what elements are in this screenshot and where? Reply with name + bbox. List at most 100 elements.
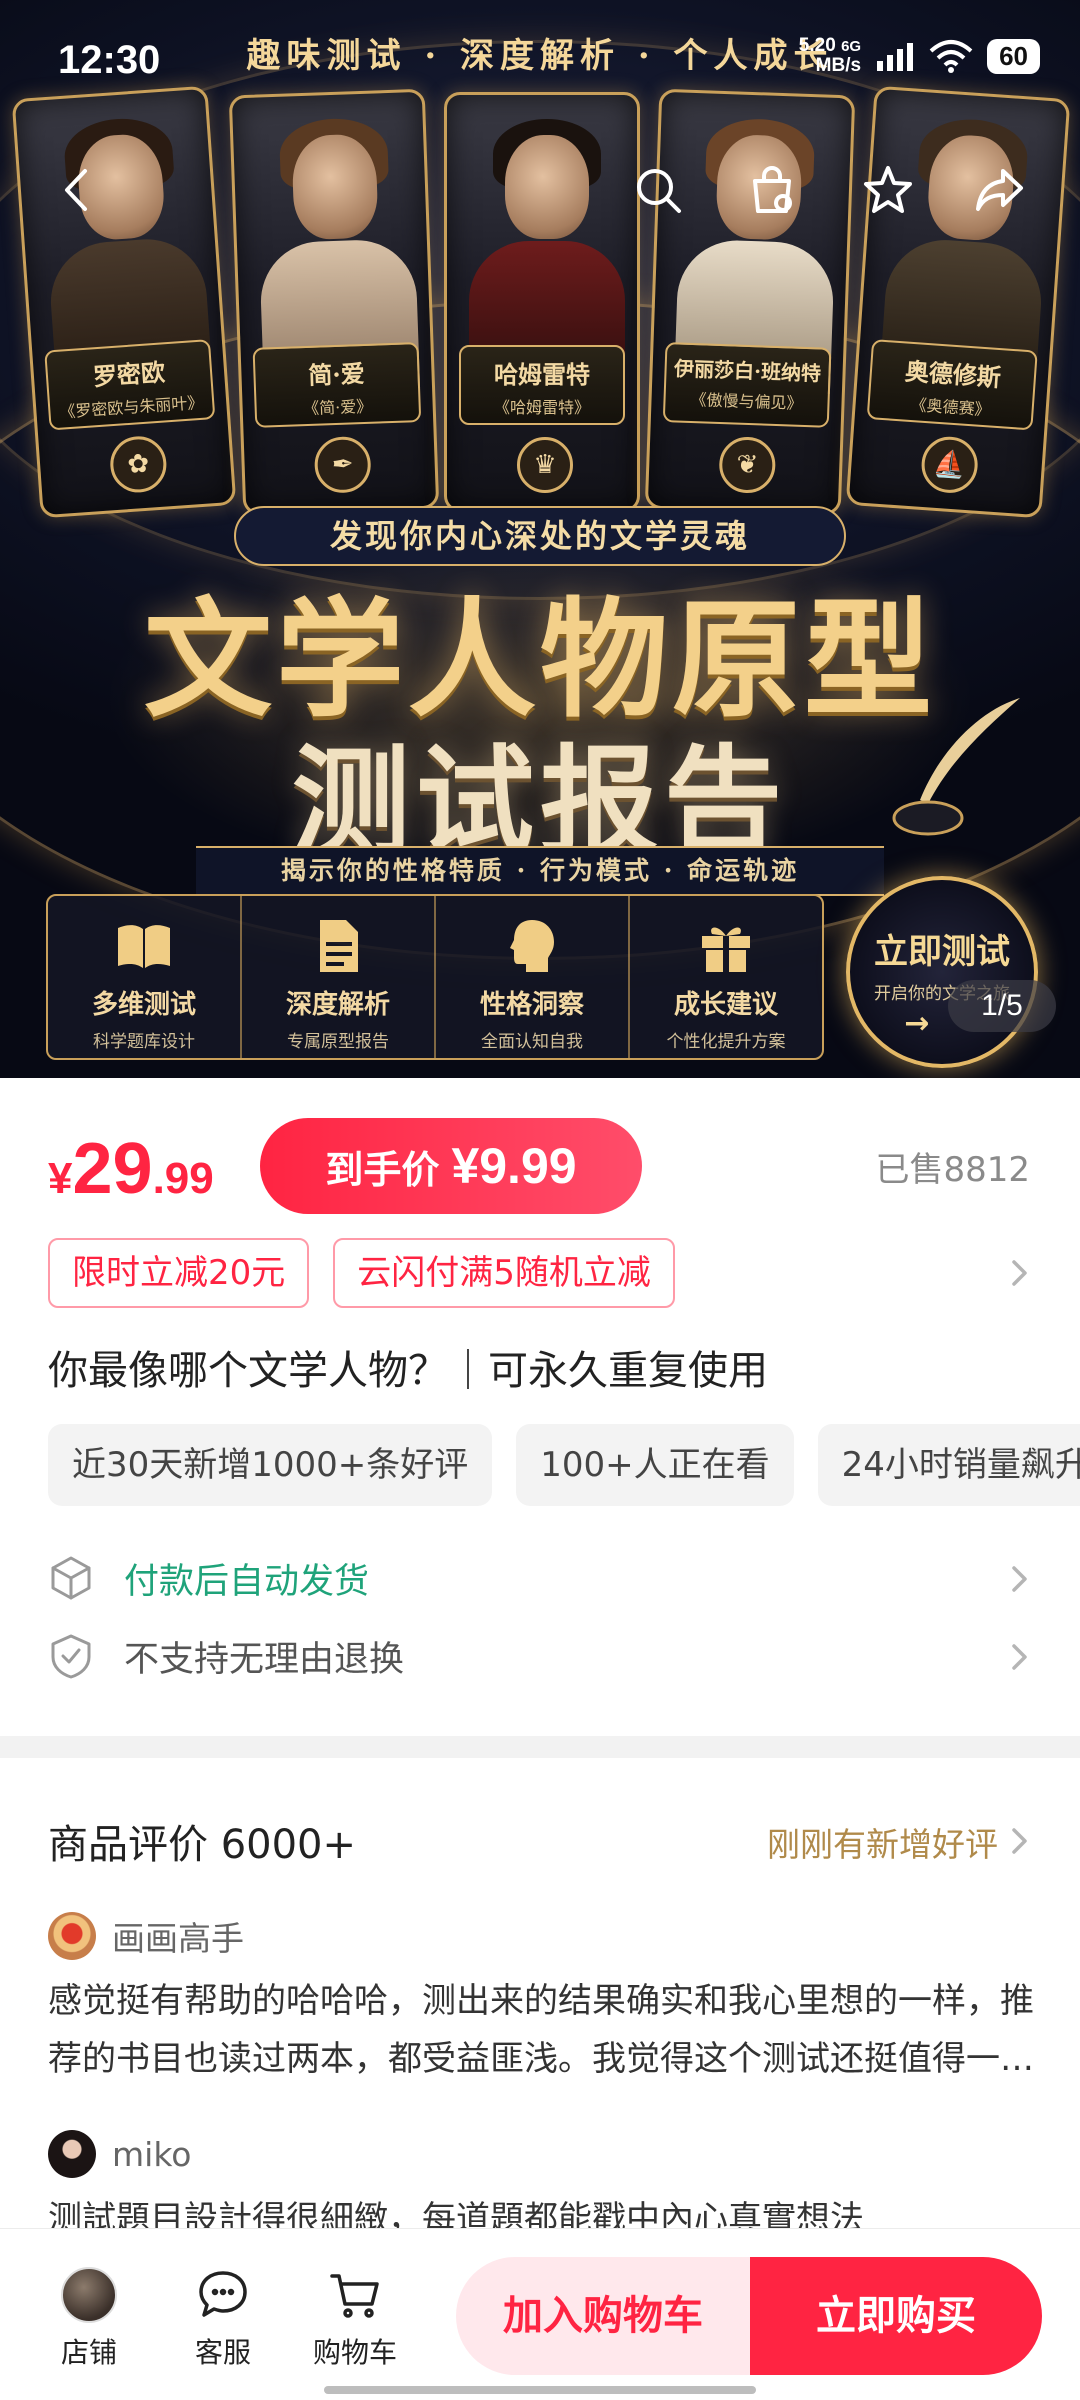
- buy-now-button[interactable]: 立即购买: [750, 2257, 1042, 2375]
- highlight-chips: 近30天新增1000+条好评 100+人正在看 24小时销量飙升: [48, 1424, 1080, 1508]
- final-price-value: ¥9.99: [451, 1138, 577, 1194]
- character-book: 《简·爱》: [302, 396, 373, 419]
- back-button[interactable]: [48, 160, 108, 220]
- chevron-right-icon[interactable]: [1004, 1258, 1034, 1288]
- service-return-policy[interactable]: 不支持无理由退换: [48, 1626, 1038, 1686]
- reviews-header[interactable]: 商品评价 6000+ 刚刚有新增好评: [48, 1812, 1038, 1872]
- reviews-title: 商品评价 6000+: [48, 1822, 357, 1868]
- card-nameplate: 罗密欧 《罗密欧与朱丽叶》: [44, 339, 216, 431]
- character-book: 《哈姆雷特》: [493, 398, 590, 417]
- chat-icon: [193, 2265, 253, 2325]
- highlight-chip: 100+人正在看: [516, 1424, 794, 1506]
- feature-item: 性格洞察 全面认知自我: [436, 896, 630, 1058]
- feature-item: 深度解析 专属原型报告: [242, 896, 436, 1058]
- original-price: ¥29.99: [48, 1128, 214, 1210]
- crown-icon: ♛: [517, 437, 573, 493]
- cart-label: 购物车: [312, 2336, 397, 2369]
- card-nameplate: 伊丽莎白·班纳特 《傲慢与偏见》: [662, 342, 832, 428]
- feature-subtitle: 个性化提升方案: [666, 1032, 786, 1052]
- status-time: 12:30: [58, 38, 161, 82]
- final-price-label: 到手价: [325, 1147, 440, 1192]
- document-icon: [242, 914, 434, 978]
- customer-service-button[interactable]: 客服: [168, 2265, 278, 2371]
- rose-icon: ✿: [108, 434, 169, 495]
- product-title: 你最像哪个文学人物？｜可永久重复使用: [48, 1348, 768, 1394]
- highlight-chip: 24小时销量飙升: [817, 1424, 1080, 1506]
- gift-icon: [630, 914, 822, 978]
- bottom-action-bar: 店铺 客服 购物车 加入购物车 立即购买: [0, 2228, 1080, 2400]
- character-card: 罗密欧 《罗密欧与朱丽叶》 ✿: [11, 85, 237, 519]
- reviewer-name: 画画高手: [112, 1919, 244, 1958]
- promo-row[interactable]: 限时立减20元 云闪付满5随机立减: [48, 1236, 1038, 1310]
- service-text: 不支持无理由退换: [124, 1639, 405, 1680]
- character-name: 奥德修斯: [904, 356, 1002, 393]
- ship-icon: ⛵: [919, 434, 980, 495]
- shop-avatar-icon: [59, 2265, 119, 2325]
- head-icon: [436, 914, 628, 978]
- currency-symbol: ¥: [48, 1154, 73, 1203]
- character-card: 哈姆雷特 《哈姆雷特》 ♛: [444, 92, 640, 512]
- banner-traits: 揭示你的性格特质 · 行为模式 · 命运轨迹: [196, 846, 884, 896]
- portrait: [291, 133, 379, 241]
- fan-icon: ❦: [718, 436, 777, 494]
- share-button[interactable]: [970, 160, 1030, 220]
- promo-tag[interactable]: 限时立减20元: [48, 1238, 310, 1308]
- status-bar: 12:30 5.20 6G MB/s 60: [0, 0, 1080, 130]
- network-generation: 6G: [841, 38, 862, 55]
- service-label: 客服: [194, 2336, 251, 2369]
- character-name: 罗密欧: [92, 357, 166, 392]
- sold-count: 已售8812: [875, 1150, 1030, 1190]
- character-cards: 罗密欧 《罗密欧与朱丽叶》 ✿ 简·爱 《简·爱》 ✒ 哈姆雷特 《哈姆雷特》 …: [11, 85, 1071, 519]
- shop-button[interactable]: 店铺: [34, 2265, 144, 2371]
- character-card: 伊丽莎白·班纳特 《傲慢与偏见》 ❦: [644, 88, 856, 516]
- avatar: [48, 2130, 96, 2178]
- feature-title: 深度解析: [285, 990, 390, 1020]
- highlight-chip: 近30天新增1000+条好评: [48, 1424, 493, 1506]
- service-delivery[interactable]: 付款后自动发货: [48, 1548, 1038, 1608]
- promo-tag[interactable]: 云闪付满5随机立减: [333, 1238, 675, 1308]
- review-item[interactable]: 画画高手 感觉挺有帮助的哈哈哈，测出来的结果确实和我心里想的一样，推荐的书目也读…: [48, 1908, 1038, 2088]
- box-icon: [48, 1555, 94, 1601]
- character-name: 哈姆雷特: [494, 360, 590, 389]
- book-icon: [48, 914, 240, 978]
- reviewer: 画画高手: [48, 1908, 1038, 1964]
- card-nameplate: 简·爱 《简·爱》: [252, 342, 422, 428]
- search-button[interactable]: [628, 160, 688, 220]
- favorite-button[interactable]: [858, 160, 918, 220]
- new-reviews-link[interactable]: 刚刚有新增好评: [767, 1818, 998, 1866]
- price-integer: 29: [72, 1129, 153, 1209]
- character-name: 简·爱: [307, 358, 366, 390]
- quill-icon: [892, 698, 1020, 836]
- reviewer: miko: [48, 2126, 1038, 2182]
- chevron-right-icon[interactable]: [1004, 1826, 1034, 1856]
- home-indicator[interactable]: [324, 2386, 756, 2394]
- feature-title: 成长建议: [673, 990, 778, 1020]
- chevron-right-icon[interactable]: [1004, 1642, 1034, 1672]
- feature-panel: 多维测试 科学题库设计 深度解析 专属原型报告 性格洞察 全面认知自我 成长建议…: [46, 894, 824, 1060]
- signal-icon: [877, 43, 914, 71]
- card-nameplate: 奥德修斯 《奥德赛》: [866, 339, 1038, 431]
- product-image-carousel[interactable]: 趣味测试 · 深度解析 · 个人成长 罗密欧 《罗密欧与朱丽叶》 ✿ 简·爱 《…: [0, 0, 1080, 1078]
- search-icon: [637, 169, 681, 213]
- cart-icon: [325, 2265, 385, 2325]
- chevron-right-icon[interactable]: [1004, 1564, 1034, 1594]
- add-to-cart-button[interactable]: 加入购物车: [456, 2257, 750, 2375]
- feature-item: 成长建议 个性化提升方案: [630, 896, 822, 1058]
- shield-check-icon: [48, 1633, 94, 1679]
- final-price-badge: 到手价 ¥9.99: [260, 1118, 642, 1214]
- reviewer-name: miko: [112, 2134, 192, 2174]
- character-book: 《傲慢与偏见》: [690, 389, 803, 413]
- feature-title: 多维测试: [91, 990, 196, 1020]
- back-icon: [65, 169, 87, 211]
- character-card: 简·爱 《简·爱》 ✒: [228, 88, 440, 516]
- shop-bag-button[interactable]: [742, 160, 802, 220]
- feature-item: 多维测试 科学题库设计: [48, 896, 242, 1058]
- feature-subtitle: 全面认知自我: [481, 1032, 583, 1052]
- status-indicators: 5.20 6G MB/s 60: [799, 36, 1040, 76]
- avatar: [48, 1912, 96, 1960]
- share-icon: [976, 169, 1023, 211]
- carousel-page-indicator: 1/5: [948, 980, 1056, 1032]
- network-speed: 5.20 6G MB/s: [799, 36, 861, 76]
- cart-button[interactable]: 购物车: [300, 2265, 410, 2371]
- portrait: [505, 135, 589, 239]
